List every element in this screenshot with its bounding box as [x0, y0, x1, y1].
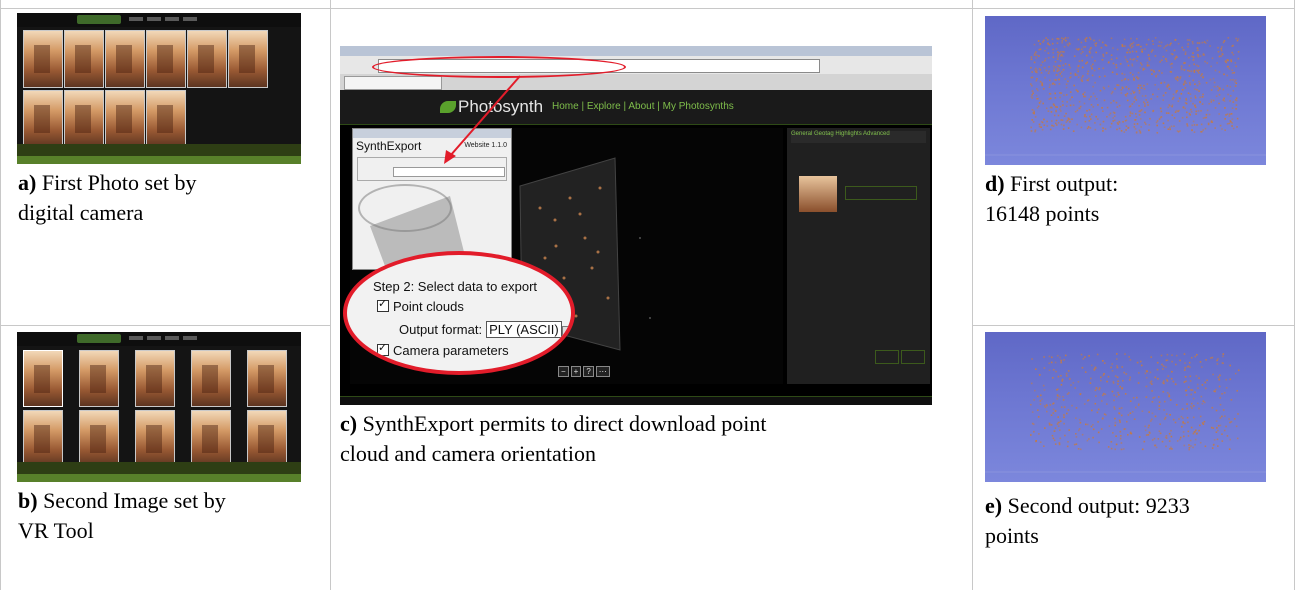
zoom-step-title: Step 2: Select data to export — [373, 279, 538, 294]
output-format-row: Output format: PLY (ASCII) ▼ — [399, 321, 571, 343]
tool-zoom-in: + — [570, 366, 582, 377]
second-output-point-cloud — [985, 332, 1266, 482]
viewer-tools: − +? ⋯ — [558, 366, 612, 377]
caption-e-text-line1: Second output: 9233 — [1002, 493, 1190, 518]
caption-d: d) First output: 16148 points — [985, 169, 1118, 229]
photo-set-b-image — [17, 332, 301, 482]
camera-parameters-label: Camera parameters — [393, 343, 509, 358]
caption-d-text-line2: 16148 points — [985, 201, 1100, 226]
photosynth-footer — [340, 396, 932, 405]
caption-e: e) Second output: 9233 points — [985, 491, 1190, 551]
output-format-select: PLY (ASCII) — [486, 321, 562, 338]
checkbox-icon — [377, 341, 389, 356]
tool-help: ? — [583, 366, 594, 377]
caption-c-label: c) — [340, 411, 358, 436]
caption-c: c) SynthExport permits to direct downloa… — [340, 409, 767, 469]
checkbox-icon — [377, 297, 389, 312]
gallery-footer — [17, 462, 301, 482]
caption-a: a) First Photo set by digital camera — [18, 168, 196, 228]
output-format-label: Output format: — [399, 322, 483, 337]
camera-parameters-option: Camera parameters — [377, 341, 509, 358]
table-border-left — [0, 0, 1, 590]
caption-c-text-line2: cloud and camera orientation — [340, 441, 596, 466]
caption-a-text-line1: First Photo set by — [36, 170, 197, 195]
caption-c-text-line1: SynthExport permits to direct download p… — [357, 411, 767, 436]
magnified-export-options: Step 2: Select data to export Point clou… — [343, 251, 575, 375]
point-clouds-label: Point clouds — [393, 299, 464, 314]
caption-e-text-line2: points — [985, 523, 1039, 548]
caption-b-label: b) — [18, 488, 38, 513]
caption-b-text-line1: Second Image set by — [37, 488, 226, 513]
caption-a-label: a) — [18, 170, 37, 195]
point-cloud-e-plot — [985, 353, 1266, 473]
table-border-top — [0, 8, 1295, 9]
row-divider-left — [0, 325, 331, 326]
caption-b-text-line2: VR Tool — [18, 518, 94, 543]
output-format-value: PLY (ASCII) — [489, 322, 559, 337]
point-clouds-option: Point clouds — [377, 297, 464, 314]
first-output-point-cloud — [985, 16, 1266, 165]
column-divider-1 — [330, 0, 331, 590]
gallery-footer — [17, 144, 301, 164]
caption-a-text-line2: digital camera — [18, 200, 144, 225]
point-cloud-d-plot — [985, 36, 1266, 156]
tool-zoom-out: − — [558, 366, 569, 377]
column-divider-2 — [972, 0, 973, 590]
synthexport-screenshot: Photosynth Home | Explore | About | My P… — [340, 46, 932, 405]
photo-set-a-image — [17, 13, 301, 164]
row-divider-right — [972, 325, 1295, 326]
caption-b: b) Second Image set by VR Tool — [18, 486, 226, 546]
tool-more: ⋯ — [595, 366, 610, 377]
gallery-header — [17, 13, 301, 27]
caption-e-label: e) — [985, 493, 1003, 518]
gallery-header — [17, 332, 301, 346]
caption-d-text-line1: First output: — [1004, 171, 1119, 196]
caption-d-label: d) — [985, 171, 1005, 196]
